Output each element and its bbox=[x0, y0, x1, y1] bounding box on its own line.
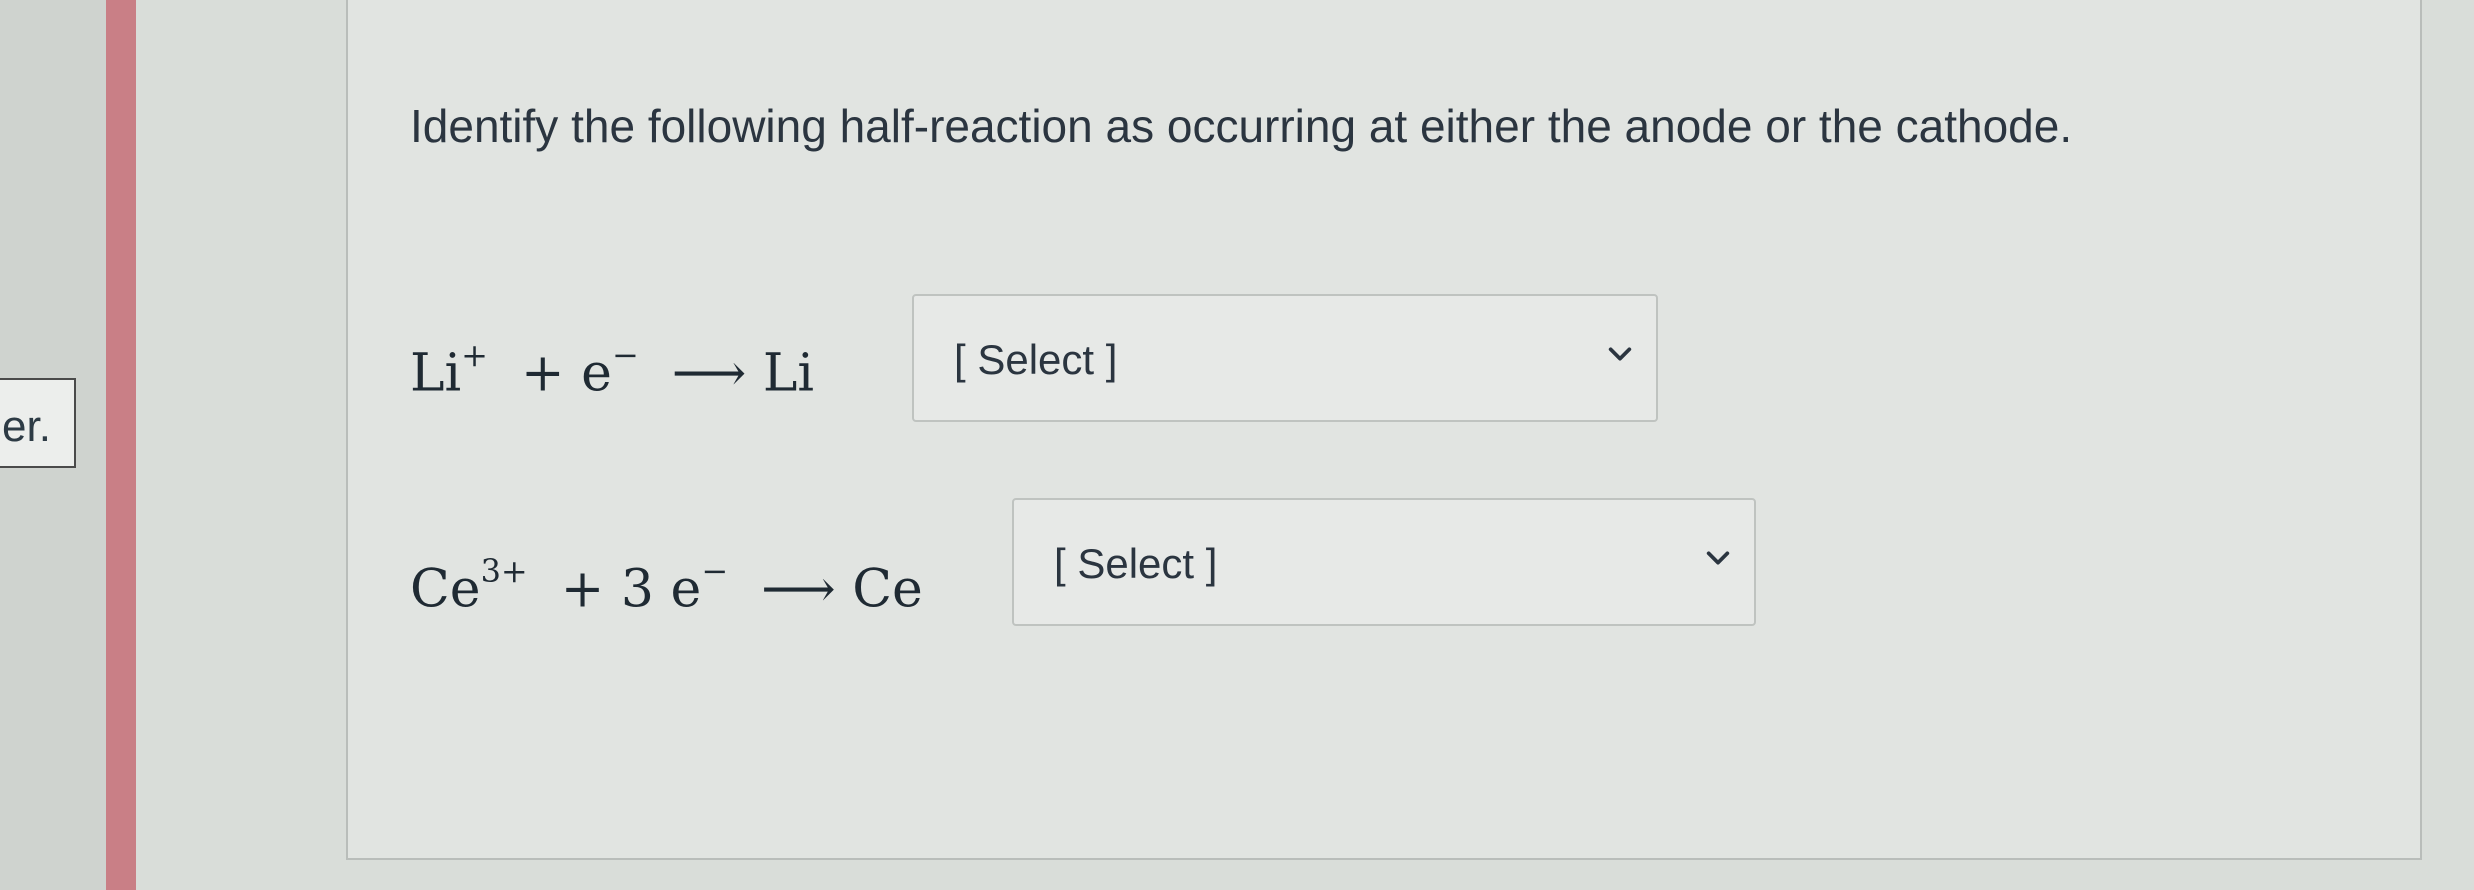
select-value: [ Select ] bbox=[1054, 540, 1218, 587]
electron-charge: − bbox=[701, 552, 729, 590]
reactant: Li bbox=[410, 343, 462, 404]
half-reaction-2: Ce3+ + 3 e− ⟶ Ce bbox=[410, 552, 923, 620]
electron: e bbox=[670, 559, 702, 620]
product: Li bbox=[762, 343, 815, 404]
plus-sign: + bbox=[504, 343, 582, 404]
electron-coefficient: 3 bbox=[620, 559, 654, 620]
reaction-arrow: ⟶ bbox=[744, 559, 853, 620]
select-value: [ Select ] bbox=[954, 336, 1118, 383]
electron: e bbox=[581, 343, 612, 404]
question-prompt: Identify the following half-reaction as … bbox=[410, 100, 2073, 152]
chevron-down-icon bbox=[1608, 347, 1632, 361]
plus-sign: + bbox=[544, 559, 621, 620]
reactant: Ce bbox=[410, 559, 481, 620]
coefficient-gap bbox=[654, 559, 671, 619]
reactant-charge: + bbox=[461, 336, 488, 374]
reaction-arrow: ⟶ bbox=[655, 343, 763, 404]
product: Ce bbox=[852, 559, 923, 620]
electron-charge: − bbox=[611, 336, 639, 374]
chevron-down-icon bbox=[1706, 551, 1730, 565]
reactant-charge: 3+ bbox=[480, 552, 528, 590]
question-accent-bar bbox=[106, 0, 136, 890]
reaction-1-select[interactable]: [ Select ] bbox=[912, 294, 1658, 422]
previous-question-text: er. bbox=[2, 402, 51, 451]
half-reaction-1: Li+ + e− ⟶ Li bbox=[410, 336, 815, 404]
reaction-2-select[interactable]: [ Select ] bbox=[1012, 498, 1756, 626]
previous-question-fragment: er. bbox=[0, 378, 76, 468]
